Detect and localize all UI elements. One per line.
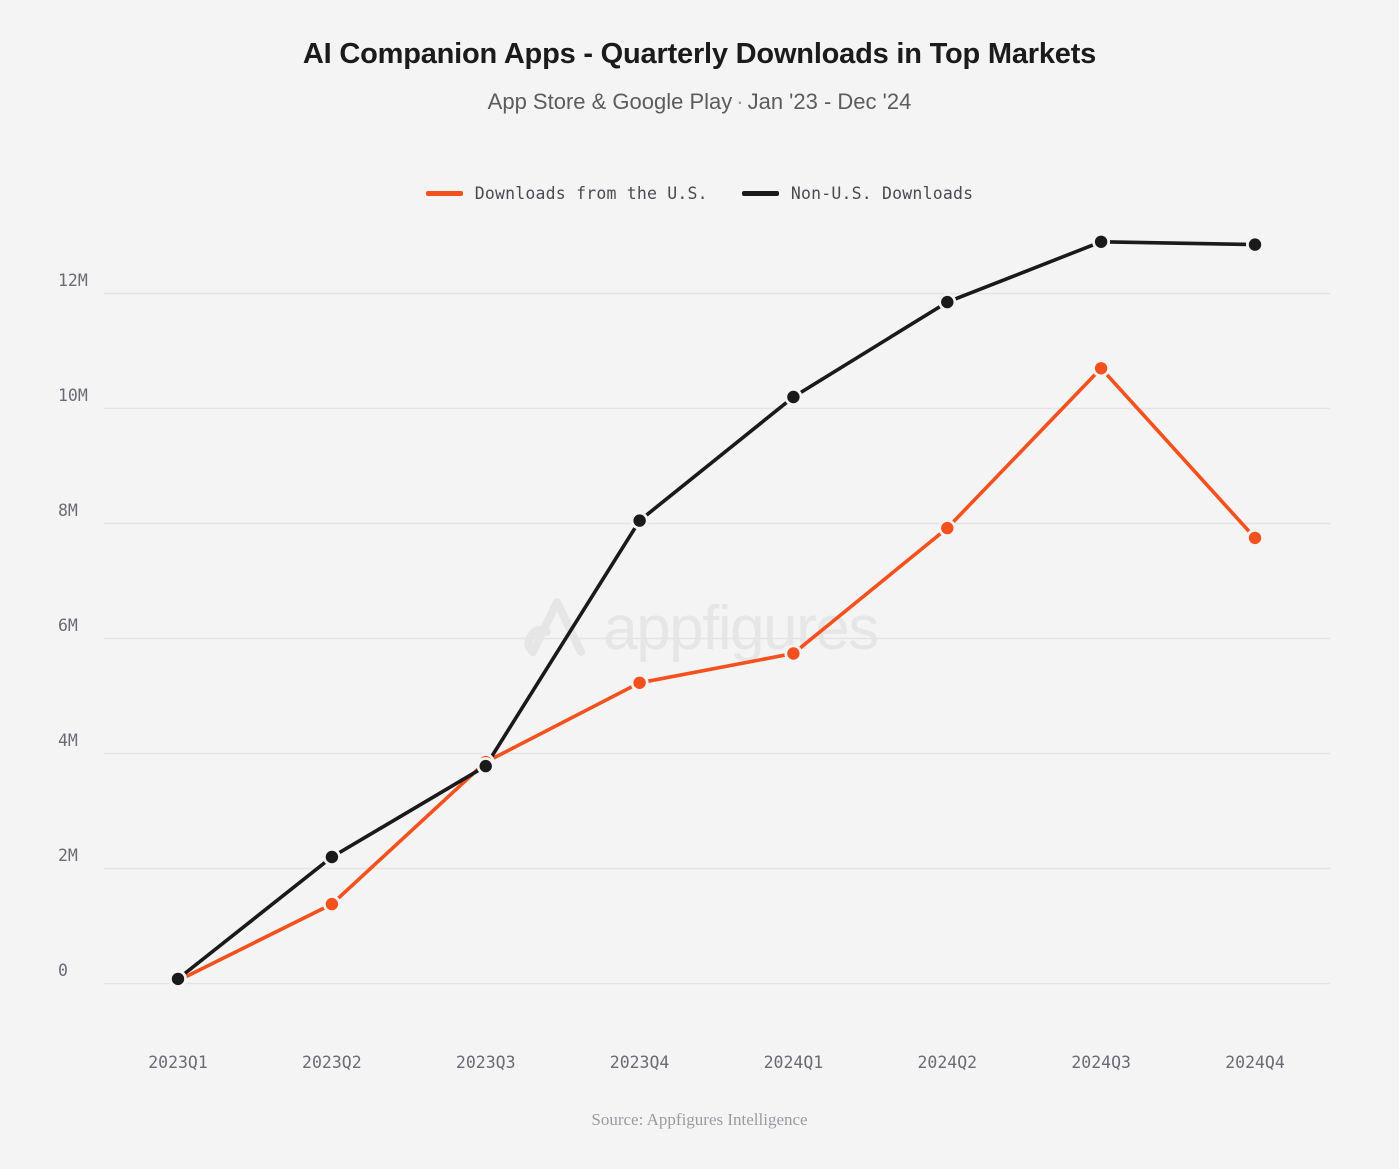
y-axis-tick-label: 2M: [58, 845, 78, 865]
y-axis-tick-label: 8M: [58, 500, 78, 520]
y-axis-tick-label: 4M: [58, 730, 78, 750]
chart-container: AI Companion Apps - Quarterly Downloads …: [0, 0, 1399, 1169]
x-axis-tick-label: 2023Q2: [302, 1053, 362, 1072]
data-point[interactable]: [941, 295, 954, 309]
series-markers-us: [169, 359, 1264, 990]
x-axis-tick-label: 2024Q1: [763, 1053, 824, 1072]
x-axis-tick-label: 2023Q1: [148, 1053, 208, 1072]
data-point[interactable]: [941, 521, 954, 535]
source-note: Source: Appfigures Intelligence: [591, 1110, 808, 1129]
data-point[interactable]: [787, 647, 800, 660]
data-point[interactable]: [1248, 531, 1262, 545]
x-axis-tick-label: 2024Q3: [1071, 1053, 1131, 1072]
y-axis-tick-label: 12M: [58, 270, 88, 290]
y-axis-tick-label: 6M: [58, 615, 78, 635]
data-point[interactable]: [787, 390, 800, 404]
y-axis-tick-label: 10M: [58, 385, 88, 405]
data-point[interactable]: [479, 759, 492, 773]
x-axis-tick-label: 2023Q3: [455, 1053, 516, 1072]
x-axis-tick-label: 2024Q4: [1225, 1053, 1285, 1072]
x-axis-tick-label: 2024Q2: [917, 1053, 978, 1072]
data-point[interactable]: [633, 676, 646, 689]
data-point[interactable]: [1094, 362, 1108, 375]
series-markers-non-us: [169, 232, 1264, 988]
y-axis-tick-label: 0: [58, 960, 68, 980]
series-layer: [169, 232, 1264, 990]
plot-area: [104, 232, 1330, 990]
data-point[interactable]: [325, 897, 339, 911]
data-point[interactable]: [1094, 235, 1108, 248]
x-axis-tick-label: 2023Q4: [609, 1053, 670, 1072]
data-point[interactable]: [1248, 238, 1262, 251]
data-point[interactable]: [171, 972, 185, 986]
data-point[interactable]: [633, 514, 646, 527]
gridlines: [104, 292, 1330, 985]
data-point[interactable]: [325, 850, 339, 864]
